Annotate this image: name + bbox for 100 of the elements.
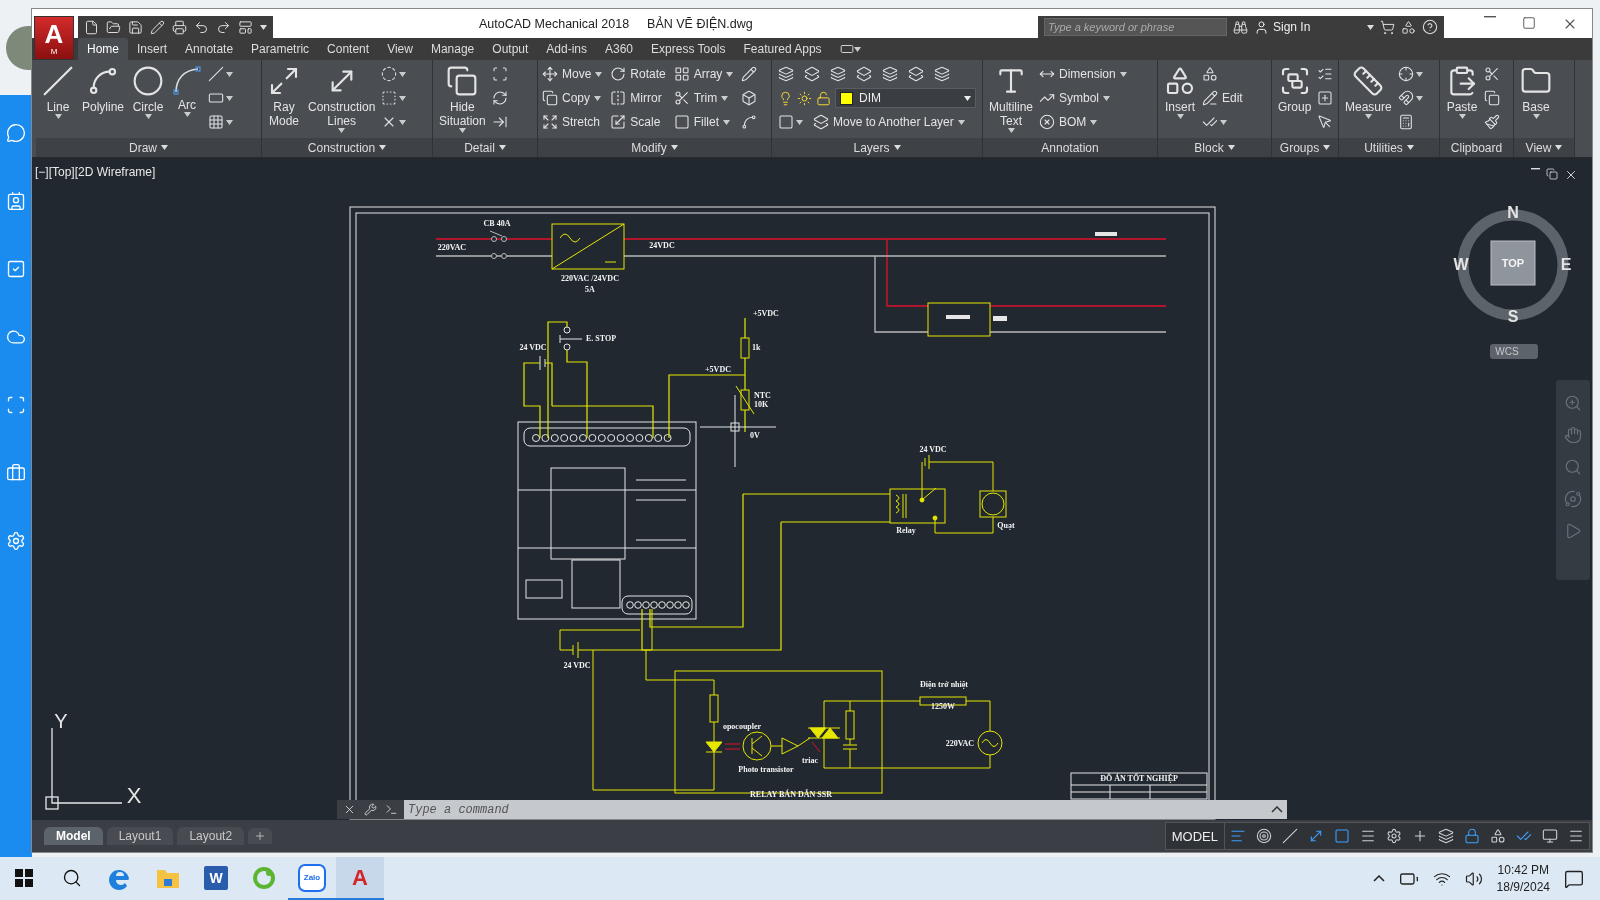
clock[interactable]: 10:42 PM 18/9/2024 (1496, 861, 1550, 896)
ribbon-button[interactable]: Arc (170, 63, 205, 138)
ribbon-button[interactable]: Move to Another Layer (813, 114, 965, 130)
model-space-button[interactable]: MODEL (1165, 823, 1225, 849)
panel-title[interactable]: Clipboard (1440, 138, 1513, 157)
window-title: AutoCAD Mechanical 2018 (479, 16, 630, 31)
ribbon-tab[interactable]: Manage (421, 38, 484, 60)
ribbon-button[interactable]: Scale (610, 114, 666, 130)
axis-label: X (126, 783, 142, 808)
drawing-label: Điện trở nhiệt (920, 680, 968, 689)
drawing-label: 0V (750, 431, 760, 440)
panel-title[interactable]: Layers (772, 138, 982, 157)
ribbon-tab[interactable]: Home (78, 38, 128, 60)
layout-tab[interactable]: Layout2 (177, 827, 245, 845)
ribbon-button[interactable]: Symbol (1039, 90, 1127, 106)
ribbon-tab[interactable]: Output (483, 38, 538, 60)
ribbon-tab[interactable]: Content (318, 38, 379, 60)
drawing-label: 5A (585, 285, 595, 294)
search-field[interactable]: Type a keyword or phrase (1044, 18, 1227, 36)
viewcube-label: TOP (1501, 257, 1525, 269)
panel-title[interactable]: Block (1158, 138, 1271, 157)
drawing-label: Relay (896, 526, 916, 535)
layout-tab[interactable]: Layout1 (106, 827, 174, 845)
drawing-label: 1250W (931, 702, 955, 711)
layer-dropdown[interactable]: DIM (835, 88, 976, 108)
drawing-label: 1k (752, 343, 761, 352)
ucs-label: WCS (1495, 346, 1519, 357)
drawing-label: NTC (754, 391, 771, 400)
drawing-label: triac (802, 756, 818, 765)
drawing-label: ĐỒ ÁN TỐT NGHIỆP (1100, 774, 1178, 783)
drawing-label: 10K (754, 400, 769, 409)
ribbon-tab[interactable]: Express Tools (642, 38, 735, 60)
ribbon-button[interactable]: Array (673, 66, 734, 82)
drawing-label: opocoupler (722, 722, 762, 731)
command-field[interactable]: Type a command (404, 800, 1287, 819)
ribbon-button[interactable]: Polyline (80, 63, 127, 138)
ribbon-button[interactable]: Rotate (610, 66, 666, 82)
ribbon-button[interactable]: Circle (130, 63, 167, 138)
ribbon-button[interactable]: Trim (673, 90, 734, 106)
taskbar-app[interactable]: A (336, 857, 384, 900)
ribbon-tab[interactable]: Insert (128, 38, 177, 60)
ribbon-button[interactable]: Paste (1444, 63, 1480, 138)
cad-app-icon: A (348, 865, 372, 890)
ribbon-tab[interactable]: View (378, 38, 422, 60)
ribbon-button[interactable]: Ray Mode (266, 63, 302, 138)
panel-title[interactable]: Construction (262, 138, 432, 157)
ribbon-button[interactable]: Mirror (610, 90, 666, 106)
drawing-label: 24 VDC (519, 343, 547, 352)
panel-title[interactable]: Annotation (983, 138, 1157, 157)
panel-title[interactable]: Detail (433, 138, 537, 157)
drawing-label: 24VDC (649, 241, 675, 250)
chat-app-icon: Zalo (298, 863, 326, 892)
ribbon-tab[interactable]: Parametric (242, 38, 319, 60)
drawing-label: E. STOP (586, 334, 617, 343)
ribbon-button[interactable]: Stretch (542, 114, 603, 130)
ribbon-tab[interactable]: A360 (596, 38, 643, 60)
sign-in-button[interactable]: Sign In (1254, 19, 1374, 35)
ribbon-tab[interactable]: Featured Apps (734, 38, 831, 60)
ribbon-button[interactable]: Insert (1162, 63, 1198, 138)
application-button[interactable]: A M (34, 16, 74, 60)
panel-title[interactable]: Utilities (1339, 138, 1439, 157)
ribbon-button[interactable]: Fillet (673, 114, 734, 130)
drawing-label: +5VDC (705, 365, 731, 374)
drawing-label: +5VDC (753, 309, 779, 318)
ribbon-button[interactable]: Dimension (1039, 66, 1127, 82)
ribbon-button[interactable]: BOM (1039, 114, 1127, 130)
panel-title[interactable]: View (1514, 138, 1574, 157)
drawing-label: 24 VDC (563, 661, 591, 670)
ribbon-button[interactable]: Base (1518, 63, 1554, 138)
axis-label: Y (54, 710, 68, 732)
ribbon-button[interactable]: Move (542, 66, 603, 82)
ribbon-button[interactable]: Multiline Text (987, 63, 1035, 138)
ribbon-button[interactable]: Measure (1343, 63, 1394, 138)
compass-letter[interactable]: S (1507, 308, 1519, 325)
drawing-label: 24 VDC (919, 445, 947, 454)
ribbon-tab[interactable]: Add-ins (537, 38, 596, 60)
drawing-label: 220VAC (437, 243, 467, 252)
drawing-label: CB 40A (483, 219, 511, 228)
panel-title[interactable]: Modify (538, 138, 771, 157)
viewport-label[interactable]: [−][Top][2D Wireframe] (35, 165, 156, 179)
ribbon-button[interactable]: Hide Situation (437, 63, 488, 138)
drawing-label: 220VAC /24VDC (561, 274, 619, 283)
taskbar-app[interactable]: W (192, 857, 240, 900)
compass-letter[interactable]: E (1560, 256, 1572, 273)
panel-title[interactable]: Draw (36, 138, 261, 157)
ribbon-button[interactable]: Construction Lines (306, 63, 378, 138)
ribbon-button[interactable]: Line (40, 63, 76, 138)
drawing-label: 220VAC (945, 739, 975, 748)
ribbon-button[interactable]: Edit (1202, 90, 1243, 106)
compass-letter[interactable]: W (1453, 256, 1469, 273)
layout-tab[interactable]: Model (44, 827, 103, 845)
file-name: BẢN VẼ ĐIỆN.dwg (647, 16, 753, 31)
drawing-label: RELAY BÁN DẪN SSR (750, 790, 832, 799)
ribbon-button[interactable]: Copy (542, 90, 603, 106)
compass-letter[interactable]: N (1507, 204, 1519, 221)
word-app-icon: W (204, 865, 228, 890)
drawing-label: Quạt (997, 521, 1015, 530)
ribbon-button[interactable]: Group (1276, 63, 1314, 138)
ribbon-tab[interactable]: Annotate (176, 38, 243, 60)
panel-title[interactable]: Groups (1272, 138, 1338, 157)
